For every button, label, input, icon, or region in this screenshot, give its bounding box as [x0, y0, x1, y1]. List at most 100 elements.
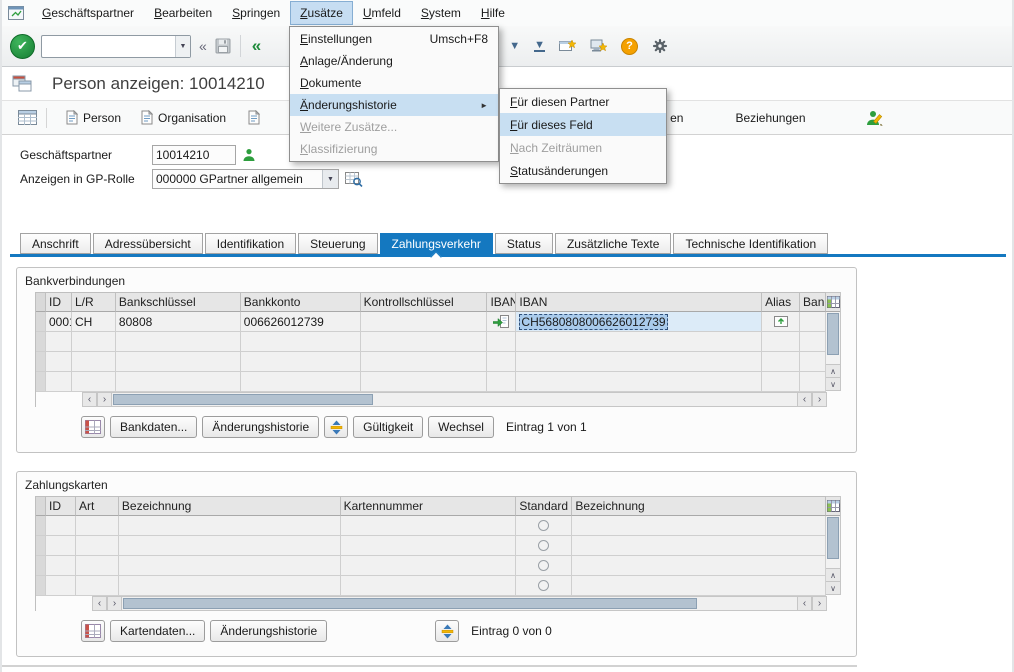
scroll-track[interactable]	[826, 516, 840, 568]
kartendaten-button[interactable]: Kartendaten...	[110, 620, 205, 642]
menu-zusaetze[interactable]: Zusätze	[290, 1, 353, 25]
scroll-track[interactable]	[112, 392, 797, 407]
menu-hilfe[interactable]: Hilfe	[471, 1, 515, 25]
partial-button-label[interactable]: en	[668, 111, 685, 125]
scroll-up-icon[interactable]: ∧	[826, 364, 840, 377]
cell-iban-button[interactable]	[487, 312, 516, 332]
tab-anschrift[interactable]: Anschrift	[20, 233, 91, 254]
menu-system[interactable]: System	[411, 1, 471, 25]
row-selector[interactable]	[36, 576, 46, 596]
organisation-button[interactable]: Organisation	[131, 106, 236, 130]
menu-geschaeftspartner[interactable]: Geschäftspartner	[32, 1, 144, 25]
menu-item-statusaenderungen[interactable]: Statusänderungen	[500, 159, 666, 182]
col-standard[interactable]: Standard	[516, 497, 572, 516]
page-down-icon[interactable]: ▼	[509, 40, 520, 52]
scroll-track[interactable]	[122, 596, 797, 611]
gueltigkeit-button[interactable]: Gültigkeit	[353, 416, 423, 438]
tab-adressuebersicht[interactable]: Adressübersicht	[93, 233, 203, 254]
scroll-thumb[interactable]	[113, 394, 373, 405]
cell-lr[interactable]: CH	[72, 312, 116, 332]
chevron-down-icon[interactable]: ▼	[322, 170, 338, 188]
scroll-track[interactable]	[826, 312, 840, 364]
scroll-right-icon[interactable]: ›	[812, 392, 827, 407]
cell-bankkonto[interactable]: 006626012739	[241, 312, 361, 332]
scroll-left-icon[interactable]: ‹	[797, 392, 812, 407]
col-iban[interactable]: IBAN	[516, 293, 762, 312]
scroll-right-icon[interactable]: ›	[812, 596, 827, 611]
cell-kontrollschluessel[interactable]	[361, 312, 488, 332]
beziehungen-button[interactable]: Beziehungen	[725, 106, 815, 130]
row-selector[interactable]	[36, 352, 46, 372]
select-all-cell[interactable]	[36, 497, 46, 516]
role-select[interactable]: 000000 GPartner allgemein ▼	[152, 169, 339, 189]
table-configuration-icon[interactable]	[826, 497, 840, 516]
col-iban-icon[interactable]: IBAN	[487, 293, 516, 312]
col-kontrollschluessel[interactable]: Kontrollschlüssel	[361, 293, 488, 312]
row-selector[interactable]	[36, 372, 46, 392]
help-icon[interactable]: ?	[621, 38, 638, 55]
table-entries-icon[interactable]	[81, 416, 105, 438]
row-selector[interactable]	[36, 312, 46, 332]
menu-item-fuer-dieses-feld[interactable]: Für dieses Feld	[500, 113, 666, 136]
scroll-right-icon[interactable]: ›	[107, 596, 122, 611]
col-alias[interactable]: Alias	[762, 293, 800, 312]
col-bank[interactable]: Bank	[800, 293, 826, 312]
row-selector[interactable]	[36, 536, 46, 556]
gruppe-button-partial[interactable]	[238, 106, 270, 130]
tab-zahlungsverkehr[interactable]: Zahlungsverkehr	[380, 233, 493, 254]
scroll-thumb[interactable]	[827, 517, 839, 559]
select-all-cell[interactable]	[36, 293, 46, 312]
scroll-down-icon[interactable]: ∨	[826, 377, 840, 390]
enter-button[interactable]: ✔	[10, 34, 35, 59]
scroll-right-icon[interactable]: ›	[97, 392, 112, 407]
cell-bank[interactable]	[800, 312, 826, 332]
change-partner-icon[interactable]	[866, 110, 884, 126]
menu-item-dokumente[interactable]: Dokumente	[290, 72, 498, 94]
cell-bankschluessel[interactable]: 80808	[116, 312, 241, 332]
bankdaten-button[interactable]: Bankdaten...	[110, 416, 197, 438]
locator-icon[interactable]	[18, 110, 37, 125]
collapse-command-field-icon[interactable]: «	[197, 38, 209, 54]
position-icon[interactable]	[435, 620, 459, 642]
menu-item-aenderungshistorie[interactable]: Änderungshistorie ►	[290, 94, 498, 116]
col-bezeichnung[interactable]: Bezeichnung	[119, 497, 341, 516]
col-id[interactable]: ID	[46, 497, 76, 516]
system-menu-icon[interactable]	[8, 6, 26, 21]
command-input[interactable]	[42, 37, 175, 56]
tab-status[interactable]: Status	[495, 233, 553, 254]
scroll-left-icon[interactable]: ‹	[92, 596, 107, 611]
menu-bearbeiten[interactable]: Bearbeiten	[144, 1, 222, 25]
aenderungshistorie-button[interactable]: Änderungshistorie	[202, 416, 319, 438]
scroll-down-icon[interactable]: ∨	[826, 581, 840, 594]
col-lr[interactable]: L/R	[72, 293, 116, 312]
command-field[interactable]: ▼	[41, 35, 191, 58]
person-button[interactable]: Person	[56, 106, 131, 130]
cell-id[interactable]: 0001	[46, 312, 72, 332]
col-kartennummer[interactable]: Kartennummer	[341, 497, 517, 516]
col-bankkonto[interactable]: Bankkonto	[241, 293, 361, 312]
scroll-up-icon[interactable]: ∧	[826, 568, 840, 581]
customize-layout-icon[interactable]	[652, 38, 668, 54]
cell-iban[interactable]: CH5680808006626012739	[516, 312, 762, 332]
tab-identifikation[interactable]: Identifikation	[205, 233, 296, 254]
tab-steuerung[interactable]: Steuerung	[298, 233, 377, 254]
col-bankschluessel[interactable]: Bankschlüssel	[116, 293, 241, 312]
col-id[interactable]: ID	[46, 293, 72, 312]
wechsel-button[interactable]: Wechsel	[428, 416, 494, 438]
menu-springen[interactable]: Springen	[222, 1, 290, 25]
tab-technische-identifikation[interactable]: Technische Identifikation	[673, 233, 828, 254]
scroll-left-icon[interactable]: ‹	[82, 392, 97, 407]
new-session-icon[interactable]	[559, 39, 576, 53]
menu-item-einstellungen[interactable]: Einstellungen Umsch+F8	[290, 28, 498, 50]
position-icon[interactable]	[324, 416, 348, 438]
row-selector[interactable]	[36, 556, 46, 576]
col-art[interactable]: Art	[76, 497, 119, 516]
row-selector[interactable]	[36, 516, 46, 536]
last-page-icon[interactable]: ▼	[534, 40, 545, 52]
aenderungshistorie-button[interactable]: Änderungshistorie	[210, 620, 327, 642]
role-search-icon[interactable]	[345, 171, 363, 187]
cell-alias-button[interactable]	[762, 312, 800, 332]
menu-item-anlage-aenderung[interactable]: Anlage/Änderung	[290, 50, 498, 72]
partner-field[interactable]: 10014210	[152, 145, 236, 165]
menu-umfeld[interactable]: Umfeld	[353, 1, 411, 25]
